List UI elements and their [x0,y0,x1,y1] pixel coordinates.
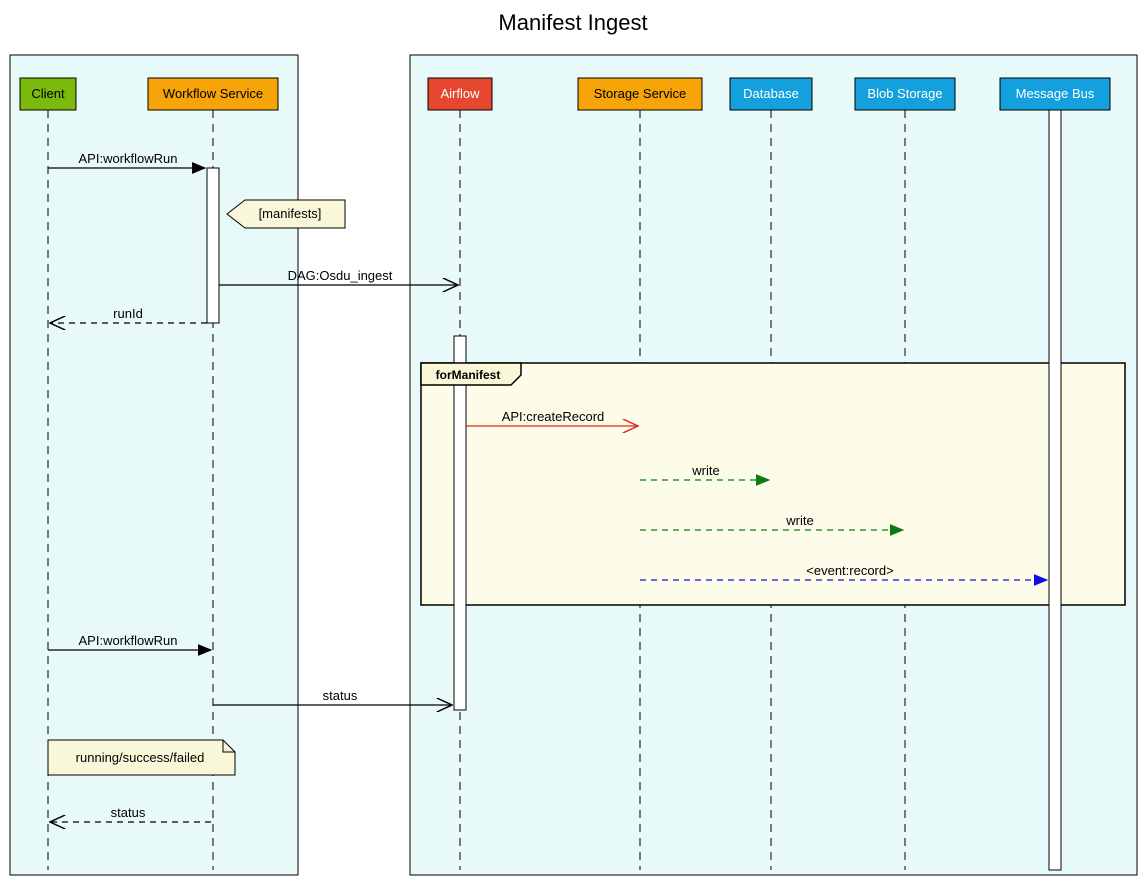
diagram-title: Manifest Ingest [498,10,647,35]
actor-client-label: Client [31,86,65,101]
svg-text:forManifest: forManifest [436,368,501,382]
svg-text:running/success/failed: running/success/failed [76,750,205,765]
msg-status-return: status [111,805,146,820]
actor-storage: Storage Service [578,78,702,110]
actor-workflow: Workflow Service [148,78,278,110]
actor-database: Database [730,78,812,110]
actor-blob: Blob Storage [855,78,955,110]
msg-workflowrun-1: API:workflowRun [79,151,178,166]
msg-runid: runId [113,306,143,321]
actor-airflow: Airflow [428,78,492,110]
msg-createrecord: API:createRecord [502,409,605,424]
actor-workflow-label: Workflow Service [163,86,263,101]
actor-storage-label: Storage Service [594,86,687,101]
sequence-diagram: Manifest Ingest Client Workflow Service … [0,0,1147,891]
msg-dag: DAG:Osdu_ingest [288,268,393,283]
note-manifests: [manifests] [227,200,345,228]
msg-workflowrun-2: API:workflowRun [79,633,178,648]
actor-database-label: Database [743,86,799,101]
svg-text:[manifests]: [manifests] [259,206,322,221]
actor-mbus: Message Bus [1000,78,1110,110]
actor-airflow-label: Airflow [440,86,480,101]
msg-status-query: status [323,688,358,703]
msg-write-blob: write [785,513,813,528]
note-statuses: running/success/failed [48,740,235,775]
msg-write-db: write [691,463,719,478]
actor-mbus-label: Message Bus [1016,86,1095,101]
loop-frame [421,363,1125,605]
actor-blob-label: Blob Storage [867,86,942,101]
msg-event-record: <event:record> [806,563,893,578]
loop-tab: forManifest [421,363,521,385]
actor-client: Client [20,78,76,110]
